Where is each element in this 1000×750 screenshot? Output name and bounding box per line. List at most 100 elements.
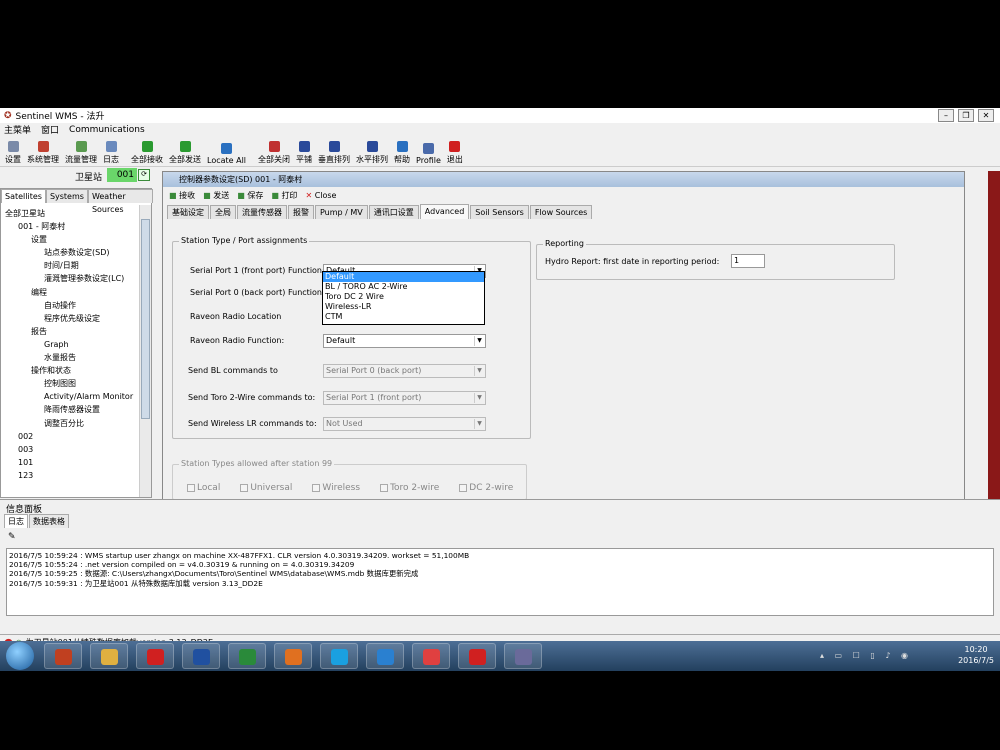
tree-node[interactable]: Graph — [5, 338, 139, 351]
app-icon — [101, 649, 118, 665]
tree-node[interactable]: 003 — [5, 443, 139, 456]
tree-node[interactable]: 灌溉管理参数设定(LC) — [5, 272, 139, 285]
satellite-selector[interactable]: 001 — [107, 168, 137, 182]
settings-tab-4[interactable]: Pump / MV — [315, 205, 368, 219]
taskbar-app-9[interactable] — [458, 643, 496, 669]
left-tab-1[interactable]: Systems — [45, 189, 88, 203]
tree-node[interactable]: 控制图图 — [5, 377, 139, 390]
toolbar-label: 退出 — [446, 155, 463, 164]
taskbar-app-0[interactable] — [44, 643, 82, 669]
taskbar-app-2[interactable] — [136, 643, 174, 669]
child-tool-2[interactable]: ■ 保存 — [237, 190, 263, 201]
toolbar-button-0[interactable]: 设置 — [2, 136, 24, 165]
tree-node[interactable]: 降雨传感器设置 — [5, 403, 139, 416]
toolbar-button-3[interactable]: 日志 — [100, 136, 122, 165]
toolbar-button-13[interactable]: 退出 — [444, 136, 466, 165]
dropdown-option[interactable]: Toro DC 2 Wire — [323, 292, 484, 302]
tree-node[interactable]: 全部卫星站 — [5, 207, 139, 220]
taskbar-app-5[interactable] — [274, 643, 312, 669]
field-select[interactable]: Default▼ — [323, 334, 486, 348]
minimize-button[interactable]: – — [938, 109, 954, 122]
station-type-checkbox[interactable]: DC 2-wire — [459, 483, 513, 493]
left-tab-0[interactable]: Satellites — [1, 189, 46, 203]
settings-tab-5[interactable]: 通讯口设置 — [368, 205, 419, 219]
taskbar-app-3[interactable] — [182, 643, 220, 669]
tree-node[interactable]: 报告 — [5, 325, 139, 338]
toolbar-button-9[interactable]: 垂直排列 — [315, 136, 353, 165]
close-button[interactable]: ✕ — [978, 109, 994, 122]
tree-node[interactable]: 101 — [5, 456, 139, 469]
taskbar-app-7[interactable] — [366, 643, 404, 669]
tree-node[interactable]: 操作和状态 — [5, 364, 139, 377]
settings-tab-0[interactable]: 基础设定 — [167, 205, 209, 219]
station-type-checkbox[interactable]: Local — [187, 483, 220, 493]
toolbar-button-6[interactable]: Locate All — [204, 136, 249, 165]
toolbar-button-8[interactable]: 平铺 — [293, 136, 315, 165]
start-icon[interactable] — [6, 642, 34, 670]
clock[interactable]: 10:20 2016/7/5 — [958, 644, 994, 666]
taskbar-app-6[interactable] — [320, 643, 358, 669]
report-date-input[interactable]: 1 — [731, 254, 765, 268]
tree-node[interactable]: 水量报告 — [5, 351, 139, 364]
station-type-checkbox[interactable]: Universal — [240, 483, 292, 493]
toolbar-icon — [105, 141, 117, 152]
tree-node[interactable]: 调整百分比 — [5, 417, 139, 430]
taskbar-app-1[interactable] — [90, 643, 128, 669]
menu-item-1[interactable]: 窗口 — [41, 123, 59, 136]
toolbar-button-12[interactable]: Profile — [413, 136, 444, 165]
settings-tab-2[interactable]: 流量传感器 — [237, 205, 287, 219]
maximize-button[interactable]: ❐ — [958, 109, 974, 122]
tree-node[interactable]: 时间/日期 — [5, 259, 139, 272]
taskbar-app-8[interactable] — [412, 643, 450, 669]
menu-item-2[interactable]: Communications — [69, 125, 145, 135]
child-tool-4[interactable]: ✕ Close — [305, 191, 336, 200]
field-select[interactable]: Not Used ▼ — [323, 417, 486, 431]
info-tab-1[interactable]: 数据表格 — [29, 514, 69, 528]
settings-tab-3[interactable]: 报警 — [288, 205, 314, 219]
toolbar-button-5[interactable]: 全部发送 — [166, 136, 204, 165]
settings-tab-6[interactable]: Advanced — [419, 204, 470, 219]
tree-node[interactable]: 123 — [5, 469, 139, 482]
field-select[interactable]: Serial Port 0 (back port) ▼ — [323, 364, 486, 378]
settings-tab-7[interactable]: Soil Sensors — [470, 205, 529, 219]
dropdown-option[interactable]: Wireless-LR — [323, 302, 484, 312]
brush-icon[interactable]: ✎ — [8, 532, 16, 542]
toolbar-button-2[interactable]: 流量管理 — [62, 136, 100, 165]
refresh-icon[interactable]: ⟳ — [138, 169, 150, 181]
field-select[interactable]: Serial Port 1 (front port) ▼ — [323, 391, 486, 405]
station-type-checkbox[interactable]: Toro 2-wire — [380, 483, 439, 493]
child-tool-3[interactable]: ■ 打印 — [271, 190, 297, 201]
menu-item-0[interactable]: 主菜单 — [4, 123, 31, 136]
child-tool-1[interactable]: ■ 发送 — [203, 190, 229, 201]
tree-node[interactable]: 编程 — [5, 286, 139, 299]
tree-scrollbar[interactable] — [139, 205, 151, 497]
toolbar-button-10[interactable]: 水平排列 — [353, 136, 391, 165]
station-type-checkbox[interactable]: Wireless — [312, 483, 360, 493]
tree-node[interactable]: 程序优先级设定 — [5, 312, 139, 325]
settings-tab-8[interactable]: Flow Sources — [529, 205, 593, 219]
child-tool-0[interactable]: ■ 接收 — [169, 190, 195, 201]
toolbar-button-11[interactable]: 帮助 — [391, 136, 413, 165]
dropdown-option[interactable]: Default — [323, 272, 484, 282]
left-tab-2[interactable]: Weather Sources — [87, 189, 153, 214]
dropdown-option[interactable]: BL / TORO AC 2-Wire — [323, 282, 484, 292]
toolbar-button-7[interactable]: 全部关闭 — [255, 136, 293, 165]
tree-node[interactable]: 002 — [5, 430, 139, 443]
toolbar-button-4[interactable]: 全部接收 — [128, 136, 166, 165]
port-function-dropdown-list[interactable]: Default BL / TORO AC 2-Wire Toro DC 2 Wire… — [322, 271, 485, 325]
tool-icon: ■ — [237, 190, 248, 200]
toolbar-button-1[interactable]: 系统管理 — [24, 136, 62, 165]
tray-icons[interactable]: ▴ ▭ ☐ ▯ ♪ ◉ — [820, 651, 912, 660]
tree-node[interactable]: 设置 — [5, 233, 139, 246]
tree-node[interactable]: 站点参数设定(SD) — [5, 246, 139, 259]
dropdown-option[interactable]: CTM — [323, 312, 484, 322]
taskbar-app-10[interactable] — [504, 643, 542, 669]
satellite-tree: 全部卫星站 001 - 阿泰村 设置 站点参数设定(SD) 时间/日期 灌溉管理参数设定(… — [5, 207, 139, 482]
tree-node[interactable]: 自动操作 — [5, 299, 139, 312]
info-tab-0[interactable]: 日志 — [4, 514, 28, 528]
tree-node[interactable]: Activity/Alarm Monitor — [5, 390, 139, 403]
settings-tab-1[interactable]: 全局 — [210, 205, 236, 219]
child-title-bar: 控制器参数设定(SD) 001 - 阿泰村 — [163, 172, 964, 187]
taskbar-app-4[interactable] — [228, 643, 266, 669]
tree-node[interactable]: 001 - 阿泰村 — [5, 220, 139, 233]
